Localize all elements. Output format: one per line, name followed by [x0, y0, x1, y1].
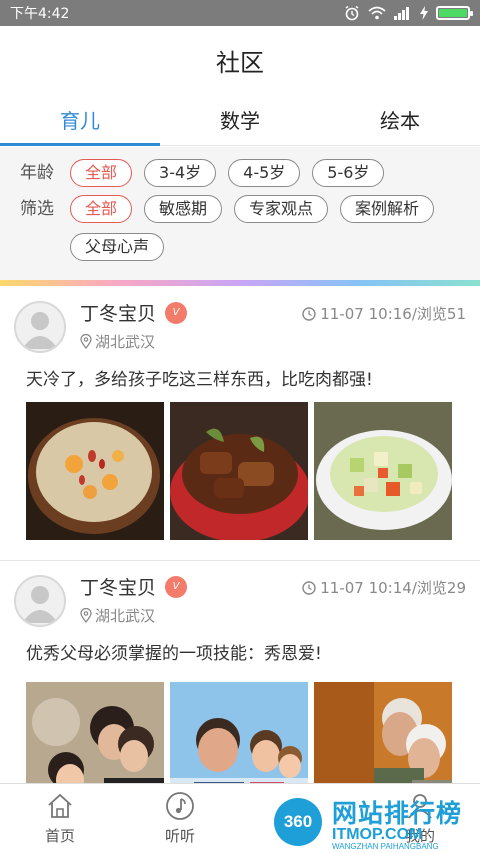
nav-home-label: 首页	[44, 827, 75, 845]
topic-chip-case-analysis[interactable]: 案例解析	[340, 195, 435, 223]
braised-pork-ribs-photo[interactable]	[170, 402, 308, 540]
age-chip-3-4[interactable]: 3-4岁	[144, 159, 217, 187]
location-text: 湖北武汉	[95, 333, 156, 351]
age-filter-chips: 全部 3-4岁 4-5岁 5-6岁	[70, 159, 460, 187]
nav-home[interactable]: 首页	[0, 784, 120, 853]
status-bar: 下午4:42	[0, 0, 480, 26]
tab-parenting[interactable]: 育儿	[0, 94, 160, 146]
post-card[interactable]: 丁冬宝贝 V 11-07 10:16/浏览51 湖北武汉 天冷了，多给孩子吃这三…	[0, 287, 480, 561]
clock-icon	[302, 580, 316, 595]
watermark-360-badge: 360	[274, 798, 322, 846]
nav-listen[interactable]: 听听	[120, 784, 240, 853]
post-meta: 11-07 10:16/浏览51	[302, 303, 466, 324]
page-header: 社区	[0, 26, 480, 94]
post-text[interactable]: 天冷了，多给孩子吃这三样东西，比吃肉都强!	[26, 365, 373, 390]
topic-chip-parents-voice[interactable]: 父母心声	[70, 233, 165, 261]
avatar[interactable]	[14, 575, 66, 627]
topic-chip-expert-views[interactable]: 专家观点	[234, 195, 329, 223]
watermark-title: 网站排行榜	[332, 799, 463, 828]
home-icon	[48, 793, 72, 818]
category-tabs: 育儿 数学 绘本	[0, 94, 480, 146]
status-time: 下午4:42	[10, 6, 70, 22]
nav-listen-label: 听听	[164, 827, 195, 845]
vegetable-dish-photo[interactable]	[314, 402, 452, 540]
post-meta: 11-07 10:14/浏览29	[302, 577, 466, 598]
watermark-logo: 360 网站排行榜 ITMOP.COM WANGZHAN PAIHANGBANG	[270, 790, 480, 851]
default-avatar-icon	[22, 586, 58, 623]
filter-panel: 年龄 全部 3-4岁 4-5岁 5-6岁 筛选 全部 敏感期 专家观点 案例解析…	[0, 147, 480, 281]
elderly-couple-photo[interactable]	[314, 682, 452, 783]
topic-filter-row: 筛选 全部 敏感期 专家观点 案例解析 父母心声	[20, 195, 480, 261]
post-location: 湖北武汉	[80, 605, 155, 626]
location-text: 湖北武汉	[95, 607, 156, 625]
age-chip-4-5[interactable]: 4-5岁	[228, 159, 301, 187]
rainbow-divider	[0, 280, 480, 286]
topic-filter-label: 筛选	[20, 199, 54, 219]
tab-math[interactable]: 数学	[160, 94, 320, 145]
post-photos	[26, 682, 452, 783]
location-pin-icon	[80, 334, 92, 349]
avatar[interactable]	[14, 301, 66, 353]
alarm-icon	[345, 5, 359, 21]
family-kiss-photo[interactable]	[26, 682, 164, 783]
default-avatar-icon	[22, 312, 58, 349]
clock-icon	[302, 306, 316, 321]
age-chip-5-6[interactable]: 5-6岁	[312, 159, 385, 187]
age-filter-row: 年龄 全部 3-4岁 4-5岁 5-6岁	[20, 159, 480, 187]
verified-badge-icon: V	[165, 302, 187, 324]
post-location: 湖北武汉	[80, 331, 155, 352]
status-icons	[344, 5, 473, 21]
age-filter-label: 年龄	[20, 163, 54, 183]
topic-chip-all[interactable]: 全部	[70, 195, 133, 223]
post-text[interactable]: 优秀父母必须掌握的一项技能：秀恩爱!	[26, 639, 322, 664]
author-name[interactable]: 丁冬宝贝	[80, 573, 156, 600]
post-time-views: 11-07 10:14/浏览29	[320, 579, 466, 597]
watermark-subtitle: WANGZHAN PAIHANGBANG	[332, 842, 439, 851]
location-pin-icon	[80, 608, 92, 623]
post-card[interactable]: 丁冬宝贝 V 11-07 10:14/浏览29 湖北武汉 优秀父母必须掌握的一项…	[0, 561, 480, 783]
post-time-views: 11-07 10:16/浏览51	[320, 305, 466, 323]
wifi-icon	[368, 6, 386, 20]
charging-icon	[420, 6, 428, 20]
page-title: 社区	[216, 48, 264, 77]
signal-icon	[394, 7, 409, 20]
topic-filter-chips: 全部 敏感期 专家观点 案例解析 父母心声	[70, 195, 460, 261]
tab-picture-books[interactable]: 绘本	[320, 94, 480, 145]
porridge-photo[interactable]	[26, 402, 164, 540]
age-chip-all[interactable]: 全部	[70, 159, 133, 187]
music-note-icon	[166, 792, 194, 820]
author-name[interactable]: 丁冬宝贝	[80, 299, 156, 326]
father-children-photo[interactable]	[170, 682, 308, 783]
post-photos	[26, 402, 452, 540]
verified-badge-icon: V	[165, 576, 187, 598]
battery-icon	[436, 6, 473, 20]
topic-chip-sensitive-period[interactable]: 敏感期	[144, 195, 223, 223]
